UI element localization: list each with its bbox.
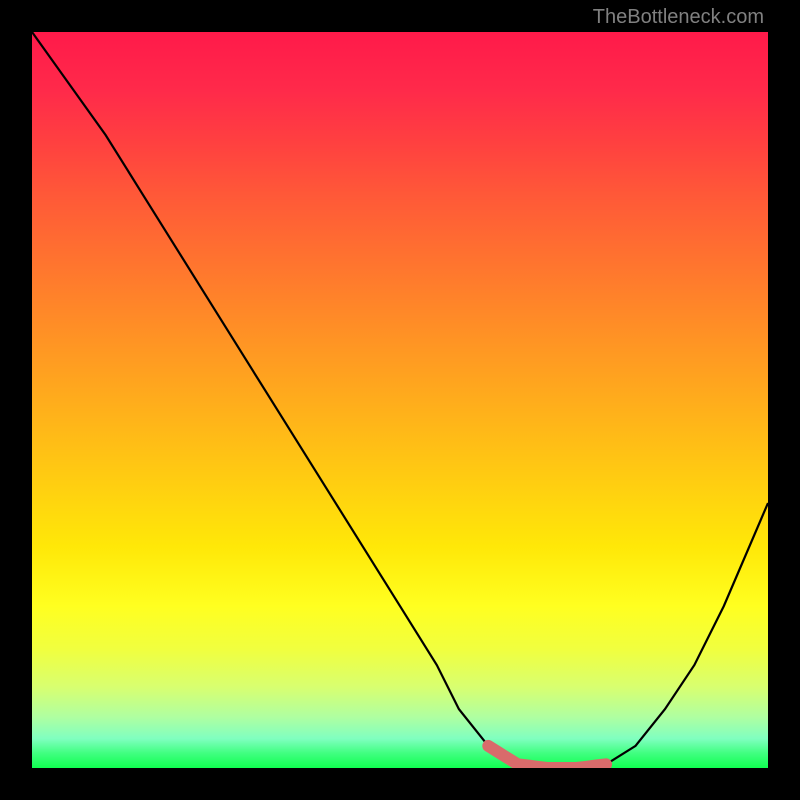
- plot-area: [32, 32, 768, 768]
- watermark-text: TheBottleneck.com: [593, 6, 764, 29]
- bottleneck-chart: TheBottleneck.com: [0, 0, 800, 800]
- bottleneck-curve-line: [32, 32, 768, 768]
- optimal-range-highlight: [488, 746, 606, 768]
- curve-layer: [32, 32, 768, 768]
